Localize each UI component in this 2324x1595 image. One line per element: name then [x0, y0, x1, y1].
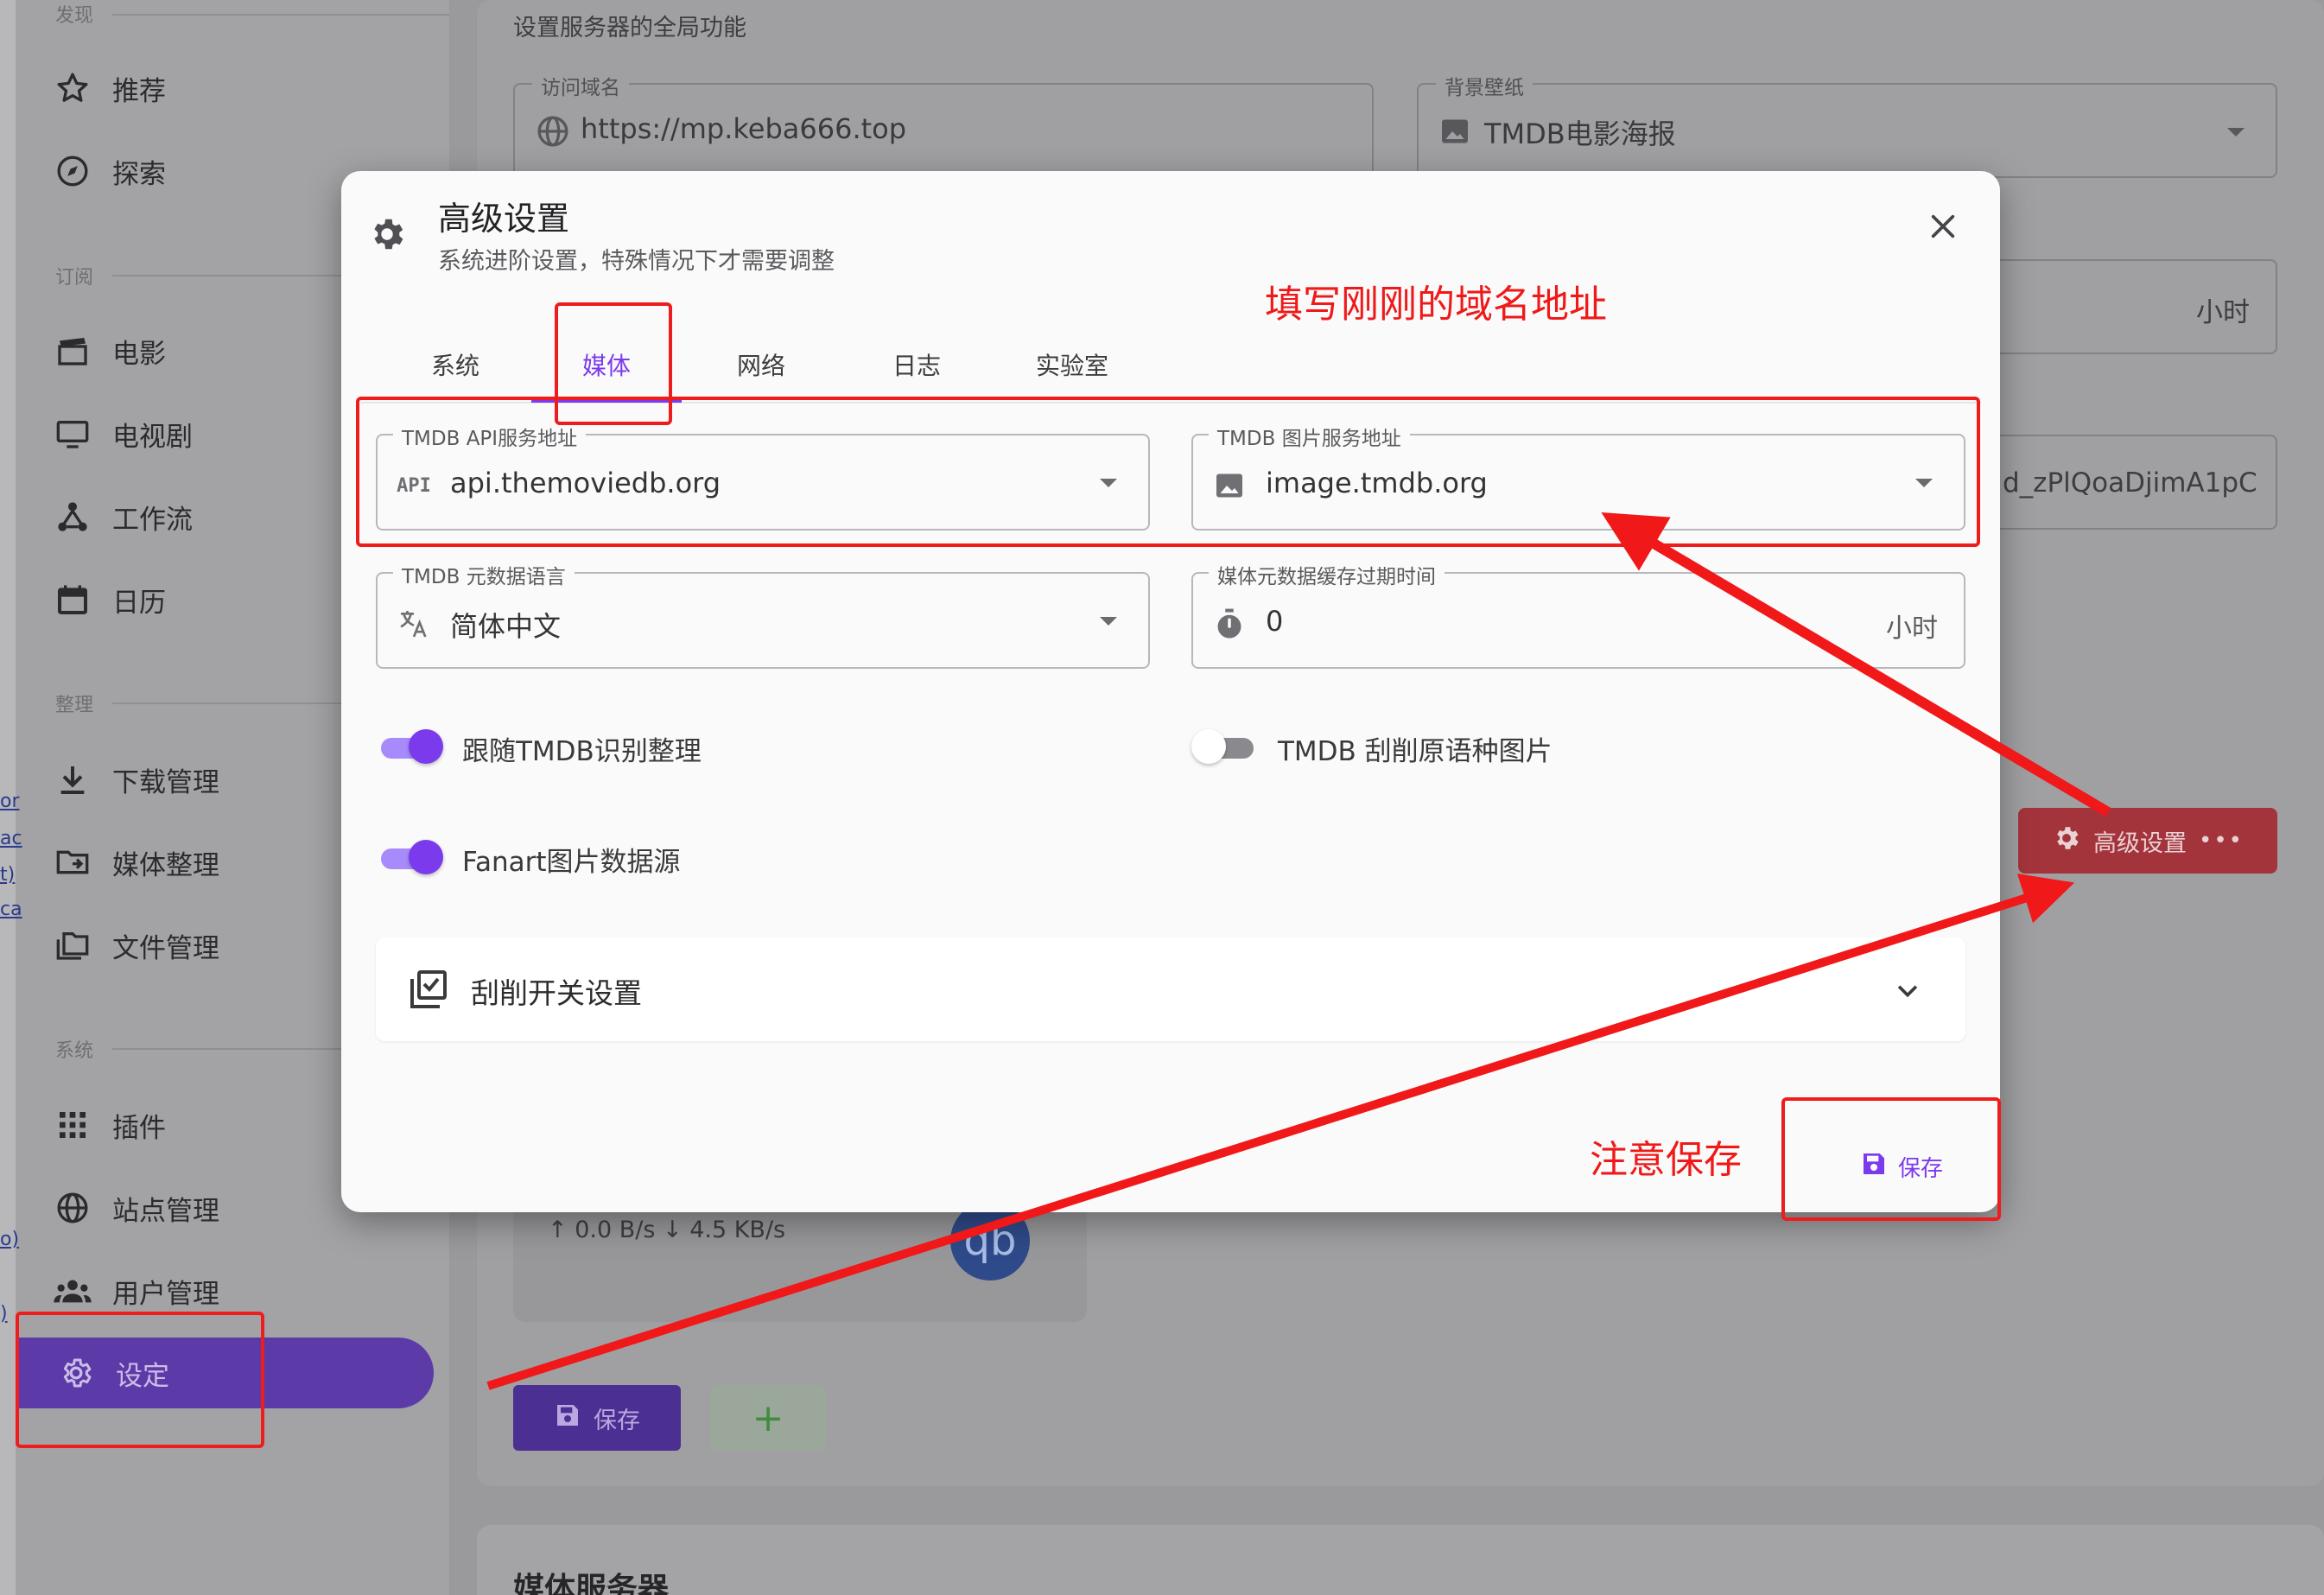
annotation-arrows	[486, 512, 2111, 1390]
arrow-to-advanced-button	[486, 874, 2075, 1390]
arrow-to-image-field	[1601, 512, 2111, 817]
